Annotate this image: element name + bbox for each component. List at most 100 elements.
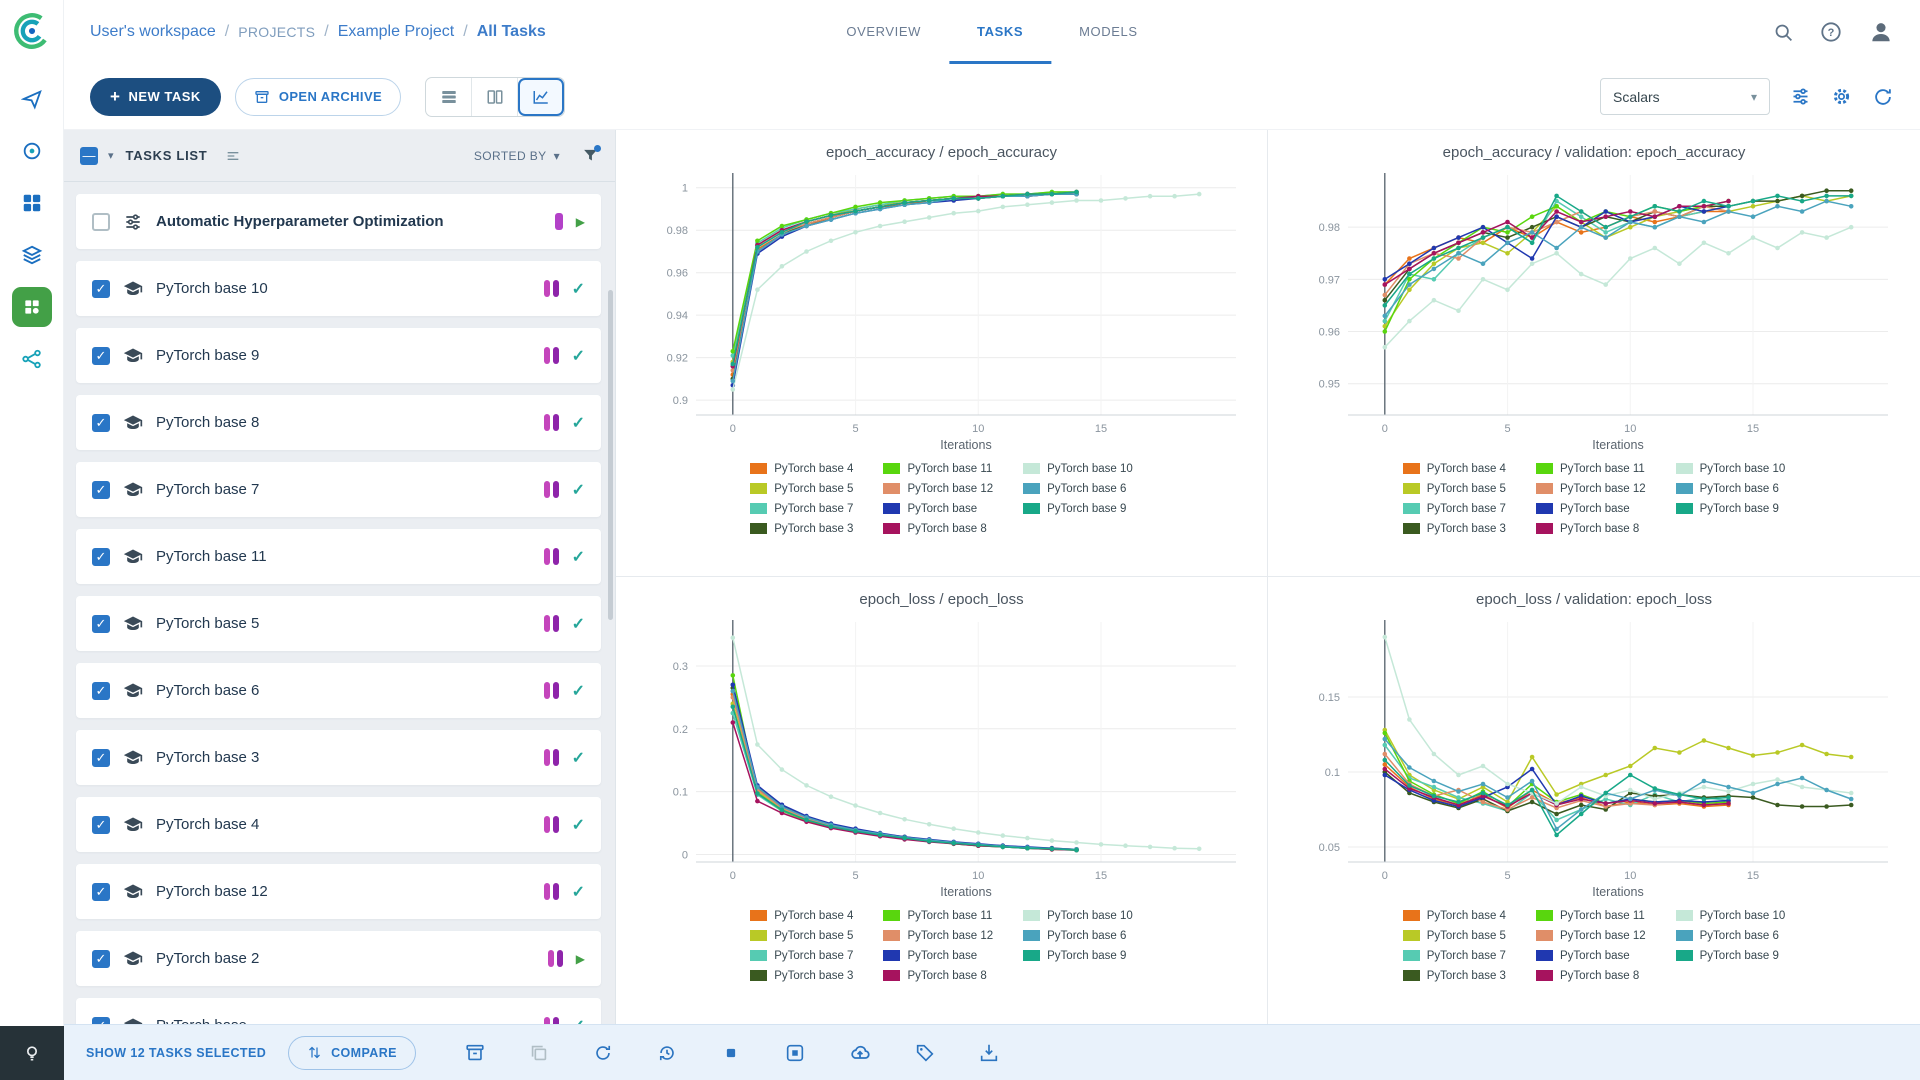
task-row[interactable]: ✓ PyTorch base 4 ✓ (76, 797, 601, 852)
task-row[interactable]: ✓ PyTorch base 7 ✓ (76, 462, 601, 517)
publish-icon[interactable] (848, 1041, 872, 1065)
legend-item[interactable]: PyTorch base 5 (750, 926, 853, 945)
breadcrumb-projects[interactable]: PROJECTS (238, 24, 315, 40)
legend-item[interactable]: PyTorch base 3 (1402, 519, 1506, 538)
task-checkbox[interactable]: ✓ (92, 1016, 110, 1024)
legend-item[interactable]: PyTorch base 12 (883, 926, 993, 945)
legend-item[interactable]: PyTorch base 4 (750, 906, 853, 925)
archive-action-icon[interactable] (464, 1042, 486, 1064)
task-checkbox[interactable]: ✓ (92, 614, 110, 633)
task-checkbox[interactable]: ✓ (92, 279, 110, 298)
tips-button[interactable] (0, 1026, 64, 1080)
new-task-button[interactable]: + NEW TASK (90, 77, 221, 116)
legend-item[interactable]: PyTorch base 9 (1023, 946, 1133, 965)
legend-item[interactable]: PyTorch base (1535, 499, 1646, 518)
sorted-by-control[interactable]: SORTED BY ▾ (474, 149, 560, 163)
task-checkbox[interactable]: ✓ (92, 346, 110, 365)
breadcrumb-current[interactable]: All Tasks (477, 23, 546, 41)
task-checkbox[interactable]: ✓ (92, 547, 110, 566)
select-all-checkbox[interactable]: — (80, 146, 98, 165)
task-checkbox[interactable]: ✓ (92, 681, 110, 700)
legend-item[interactable]: PyTorch base 5 (1402, 479, 1506, 498)
task-row[interactable]: ✓ PyTorch base 10 ✓ (76, 261, 601, 316)
legend-item[interactable]: PyTorch base 3 (750, 966, 853, 985)
task-row[interactable]: ✓ PyTorch base ✓ (76, 998, 601, 1024)
task-checkbox[interactable]: ✓ (92, 949, 110, 968)
legend-item[interactable]: PyTorch base 6 (1675, 926, 1786, 945)
legend-item[interactable]: PyTorch base (883, 499, 993, 518)
move-to-project-icon[interactable] (978, 1042, 1000, 1064)
help-icon[interactable]: ? (1820, 21, 1842, 43)
user-avatar[interactable] (1868, 19, 1894, 45)
legend-item[interactable]: PyTorch base 8 (883, 519, 993, 538)
clearml-logo[interactable] (11, 10, 53, 57)
legend-item[interactable]: PyTorch base 10 (1023, 906, 1133, 925)
filter-icon[interactable] (582, 145, 601, 164)
dashboard-icon[interactable] (12, 79, 52, 119)
tab-overview[interactable]: OVERVIEW (818, 0, 949, 64)
legend-item[interactable]: PyTorch base 4 (750, 459, 853, 478)
legend-item[interactable]: PyTorch base 7 (750, 946, 853, 965)
task-checkbox[interactable]: ✓ (92, 748, 110, 767)
tab-models[interactable]: MODELS (1051, 0, 1166, 64)
workers-icon[interactable] (12, 131, 52, 171)
legend-item[interactable]: PyTorch base 10 (1675, 459, 1785, 478)
datasets-icon[interactable] (12, 235, 52, 275)
legend-item[interactable]: PyTorch base 8 (1535, 519, 1646, 538)
select-all-caret-icon[interactable]: ▾ (108, 149, 114, 162)
settings-gear-icon[interactable] (1831, 86, 1852, 107)
legend-item[interactable]: PyTorch base 7 (1402, 499, 1506, 518)
pipelines-icon[interactable] (12, 339, 52, 379)
legend-item[interactable]: PyTorch base 11 (883, 906, 993, 925)
legend-item[interactable]: PyTorch base 6 (1023, 479, 1133, 498)
legend-item[interactable]: PyTorch base 3 (1402, 966, 1506, 985)
legend-item[interactable]: PyTorch base 7 (1402, 946, 1506, 965)
task-checkbox[interactable]: ✓ (92, 480, 110, 499)
legend-item[interactable]: PyTorch base 12 (1535, 926, 1646, 945)
task-checkbox[interactable]: ✓ (92, 882, 110, 901)
legend-item[interactable]: PyTorch base 10 (1023, 459, 1133, 478)
legend-item[interactable]: PyTorch base 7 (750, 499, 853, 518)
task-row[interactable]: ✓ PyTorch base 6 ✓ (76, 663, 601, 718)
apps-icon[interactable] (11, 287, 52, 327)
chart-plot[interactable]: 0 0.1 0.2 0.3 0 5 10 15 Iterations (632, 612, 1252, 904)
abort-all-icon[interactable] (784, 1042, 806, 1064)
task-checkbox[interactable] (92, 212, 110, 231)
legend-item[interactable]: PyTorch base 12 (1535, 479, 1646, 498)
legend-item[interactable]: PyTorch base 12 (883, 479, 993, 498)
clone-icon[interactable] (528, 1042, 550, 1064)
metric-view-select[interactable]: Scalars ▾ (1600, 78, 1770, 115)
chart-plot[interactable]: 0.95 0.96 0.97 0.98 0 5 10 15 Iterations (1284, 165, 1904, 457)
legend-item[interactable]: PyTorch base 9 (1023, 499, 1133, 518)
breadcrumb-project[interactable]: Example Project (338, 23, 455, 41)
task-row[interactable]: ✓ PyTorch base 8 ✓ (76, 395, 601, 450)
task-checkbox[interactable]: ✓ (92, 413, 110, 432)
tags-icon[interactable] (914, 1042, 936, 1064)
legend-item[interactable]: PyTorch base 8 (883, 966, 993, 985)
projects-icon[interactable] (12, 183, 52, 223)
task-row[interactable]: ✓ PyTorch base 2 ▶ (76, 931, 601, 986)
legend-item[interactable]: PyTorch base (1535, 946, 1646, 965)
compare-button[interactable]: COMPARE (288, 1035, 416, 1070)
task-row[interactable]: ✓ PyTorch base 3 ✓ (76, 730, 601, 785)
legend-item[interactable]: PyTorch base 11 (1535, 459, 1646, 478)
search-icon[interactable] (1773, 22, 1794, 43)
task-row[interactable]: Automatic Hyperparameter Optimization ▶ (76, 194, 601, 249)
legend-item[interactable]: PyTorch base 4 (1402, 906, 1506, 925)
auto-refresh-icon[interactable] (1872, 86, 1894, 108)
task-checkbox[interactable]: ✓ (92, 815, 110, 834)
chart-view-button[interactable] (518, 77, 565, 116)
legend-item[interactable]: PyTorch base 3 (750, 519, 853, 538)
legend-item[interactable]: PyTorch base 11 (1535, 906, 1646, 925)
open-archive-button[interactable]: OPEN ARCHIVE (234, 77, 402, 116)
legend-item[interactable]: PyTorch base 5 (750, 479, 853, 498)
list-settings-icon[interactable] (225, 148, 241, 164)
chart-plot[interactable]: 0.9 0.92 0.94 0.96 0.98 1 0 5 10 15 Iterations (632, 165, 1252, 457)
legend-item[interactable]: PyTorch base 10 (1675, 906, 1785, 925)
legend-item[interactable]: PyTorch base 6 (1675, 479, 1786, 498)
legend-item[interactable]: PyTorch base 6 (1023, 926, 1133, 945)
legend-item[interactable]: PyTorch base 8 (1535, 966, 1646, 985)
chart-plot[interactable]: 0.05 0.1 0.15 0 5 10 15 Iterations (1284, 612, 1904, 904)
graph-settings-icon[interactable] (1790, 86, 1811, 107)
tasks-scrollbar-thumb[interactable] (608, 290, 613, 620)
